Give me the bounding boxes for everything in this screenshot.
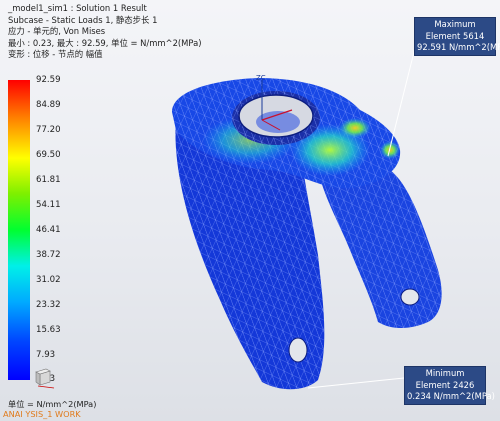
max-callout-title: Maximum [434,19,476,29]
min-leader-line [307,377,405,389]
bracket-right-leg [320,170,442,328]
max-callout: Maximum Element 5614 92.591 N/mm^2(MPa) [414,17,500,56]
axis-zc-label: ZC [256,74,266,82]
left-leg-hole [288,337,308,363]
min-callout-title: Minimum [425,368,465,378]
max-callout-element: Element 5614 [425,30,485,41]
right-leg-hole [400,288,420,306]
min-callout: Minimum Element 2426 0.234 N/mm^2(MPa) [404,366,495,405]
min-callout-element: Element 2426 [415,379,475,390]
max-leader-line [387,43,417,157]
max-callout-value: 92.591 N/mm^2(MPa) [417,42,500,52]
min-callout-value: 0.234 N/mm^2(MPa) [407,391,495,401]
fea-model-viewport[interactable] [0,0,500,421]
